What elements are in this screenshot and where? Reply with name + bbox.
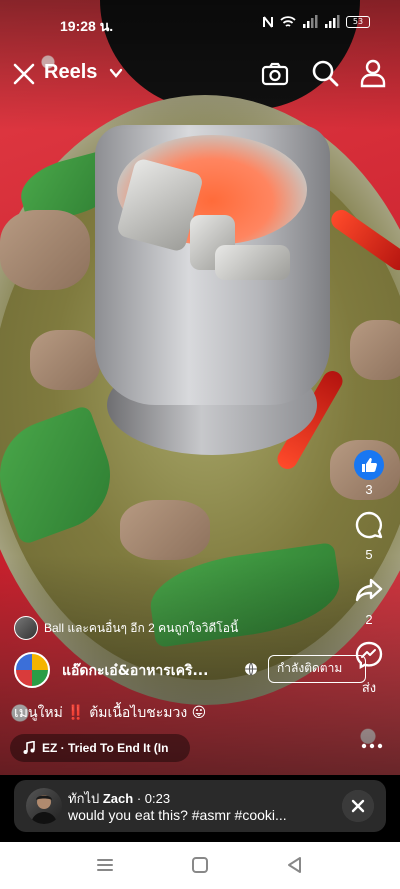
- close-icon[interactable]: [10, 59, 38, 89]
- signal-icon: [325, 15, 340, 28]
- charcoal-chimney: [95, 125, 330, 455]
- wifi-icon: [280, 16, 296, 27]
- comment-banner-header: ทักไป Zach · 0:23: [68, 788, 170, 809]
- music-track-pill[interactable]: EZ · Tried To End It (In: [10, 734, 190, 762]
- home-icon[interactable]: [188, 854, 212, 876]
- signal-icon: [303, 15, 318, 28]
- following-button[interactable]: กำลังติดตาม: [268, 655, 366, 683]
- page-info-row: แอ๊ดกะเอ๋&อาหารเคริ... กำลังติดตาม: [14, 652, 366, 688]
- close-icon[interactable]: [342, 790, 374, 822]
- comment-banner[interactable]: ทักไป Zach · 0:23 would you eat this? #a…: [14, 780, 386, 832]
- comment-button[interactable]: 5: [352, 509, 386, 562]
- meat-shape: [0, 210, 90, 290]
- status-bar: 19:28 น. 53: [0, 0, 400, 48]
- post-caption[interactable]: เมนูใหม่ ‼️ ต้มเนื้อไบชะมวง 😛: [14, 702, 206, 724]
- comment-count: 5: [365, 547, 373, 562]
- status-time: 19:28 น.: [60, 18, 114, 34]
- avatar: [26, 788, 62, 824]
- page-name-link[interactable]: แอ๊ดกะเอ๋&อาหารเคริ...: [62, 660, 237, 682]
- music-note-icon: [23, 741, 35, 754]
- friends-liked-row[interactable]: Ball และคนอื่นๆ อีก 2 คนถูกใจวิดีโอนี้: [14, 616, 238, 640]
- status-icons: 53: [262, 15, 370, 29]
- camera-icon[interactable]: [260, 59, 290, 89]
- reels-title[interactable]: Reels: [44, 61, 97, 84]
- chevron-down-icon[interactable]: [108, 65, 124, 81]
- comment-icon: [355, 511, 383, 539]
- battery-indicator: 53: [346, 16, 370, 28]
- back-icon[interactable]: [283, 854, 307, 876]
- share-count: 2: [365, 612, 373, 627]
- nfc-icon: [263, 16, 273, 28]
- share-button[interactable]: 2: [352, 574, 386, 627]
- comment-banner-text: would you eat this? #asmr #cooki...: [68, 807, 287, 823]
- comment-banner-name: Zach: [102, 791, 134, 806]
- globe-icon: [245, 662, 257, 676]
- meat-shape: [350, 320, 400, 380]
- comment-banner-time: · 0:23: [136, 791, 171, 806]
- avatar: [14, 616, 38, 640]
- recents-menu-icon[interactable]: [93, 854, 117, 876]
- meat-shape: [30, 330, 100, 390]
- page-avatar[interactable]: [14, 652, 50, 688]
- search-icon[interactable]: [310, 58, 340, 88]
- meat-shape: [120, 500, 210, 560]
- like-button[interactable]: 3: [352, 450, 386, 497]
- comment-banner-prefix: ทักไป: [68, 791, 100, 806]
- like-count: 3: [365, 482, 373, 497]
- more-options-icon[interactable]: [360, 740, 384, 752]
- friends-liked-text: Ball และคนอื่นๆ อีก 2 คนถูกใจวิดีโอนี้: [44, 620, 239, 635]
- person-icon[interactable]: [358, 58, 388, 88]
- thumbs-up-icon: [354, 450, 384, 480]
- music-track-text: EZ · Tried To End It (In: [42, 741, 169, 755]
- system-nav-bar: [0, 842, 400, 889]
- share-icon: [355, 578, 383, 602]
- reels-top-bar: Reels: [0, 55, 400, 95]
